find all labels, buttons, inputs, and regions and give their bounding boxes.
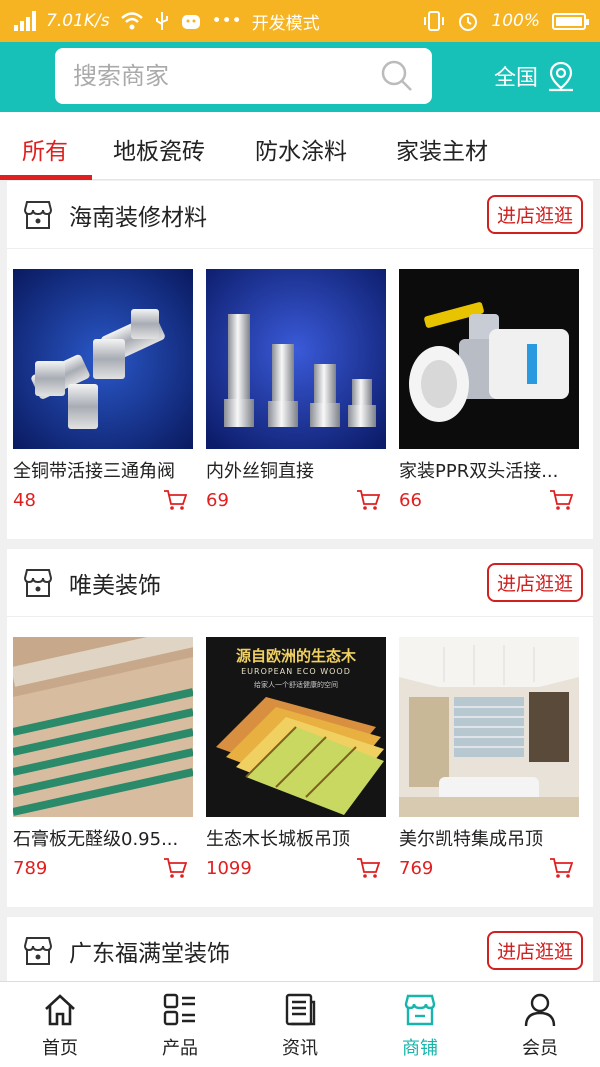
tabbar-products[interactable]: 产品 — [120, 982, 240, 1067]
wifi-icon — [120, 12, 143, 30]
product-card[interactable]: 家装PPR双头活接... 66 — [399, 269, 579, 539]
product-image-angle-valve[interactable] — [13, 269, 193, 449]
tab-home-main-materials[interactable]: 家装主材 — [396, 132, 488, 166]
cart-icon[interactable] — [163, 857, 187, 879]
product-card[interactable]: 美尔凯特集成吊顶 769 — [399, 637, 579, 907]
news-icon — [285, 993, 316, 1026]
region-label: 全国 — [494, 66, 539, 91]
product-price: 48 — [13, 489, 36, 511]
product-card[interactable]: 全铜带活接三通角阀 48 — [13, 269, 193, 539]
search-icon[interactable] — [380, 59, 414, 93]
home-icon — [45, 994, 75, 1026]
region-selector[interactable]: 全国 — [494, 60, 576, 92]
shop-name: 广东福满堂装饰 — [69, 940, 230, 967]
products-icon — [163, 993, 195, 1026]
shop-header: 海南装修材料 进店逛逛 — [7, 181, 593, 249]
tabbar-label: 资讯 — [282, 1038, 318, 1059]
tabbar-home[interactable]: 首页 — [0, 982, 120, 1067]
enter-shop-button[interactable]: 进店逛逛 — [486, 563, 583, 602]
tabbar-member[interactable]: 会员 — [480, 982, 600, 1067]
dev-mode-label: 开发模式 — [251, 13, 320, 34]
usb-icon — [155, 12, 168, 30]
store-icon — [23, 200, 53, 229]
search-box[interactable] — [55, 48, 432, 104]
shop-header: 广东福满堂装饰 进店逛逛 — [7, 917, 593, 985]
tabbar-label: 商铺 — [402, 1038, 438, 1059]
shop-card: 唯美装饰 进店逛逛 石膏板无醛级0.95... 789 源自欧洲的生态木 EUR… — [7, 549, 593, 907]
network-speed: 7.01K/s — [46, 11, 110, 31]
android-icon — [181, 15, 200, 29]
shop-header: 唯美装饰 进店逛逛 — [7, 549, 593, 617]
product-image-integrated-ceiling[interactable] — [399, 637, 579, 817]
shop-name: 海南装修材料 — [69, 204, 207, 231]
signal-icon — [14, 11, 36, 31]
cart-icon[interactable] — [163, 489, 187, 511]
product-card[interactable]: 石膏板无醛级0.95... 789 — [13, 637, 193, 907]
product-price: 1099 — [206, 857, 252, 879]
tabbar-shops[interactable]: 商铺 — [360, 982, 480, 1067]
shop-icon — [404, 994, 436, 1026]
product-price: 769 — [399, 857, 434, 879]
product-image-eco-wood[interactable]: 源自欧洲的生态木 EUROPEAN ECO WOOD 给家人一个舒适健康的空间 — [206, 637, 386, 817]
alarm-icon — [459, 13, 478, 31]
search-input[interactable] — [73, 62, 380, 90]
store-icon — [23, 568, 53, 597]
product-name: 石膏板无醛级0.95... — [13, 829, 179, 850]
bottom-tab-bar: 首页 产品 资讯 商铺 会员 — [0, 981, 600, 1067]
cart-icon[interactable] — [549, 857, 573, 879]
battery-icon — [552, 12, 589, 30]
product-name: 内外丝铜直接 — [206, 461, 314, 482]
product-name: 家装PPR双头活接... — [399, 461, 559, 482]
product-name: 美尔凯特集成吊顶 — [399, 829, 543, 850]
product-card[interactable]: 源自欧洲的生态木 EUROPEAN ECO WOOD 给家人一个舒适健康的空间 … — [206, 637, 386, 907]
product-image-gypsum-board[interactable] — [13, 637, 193, 817]
product-image-straight-connector[interactable] — [206, 269, 386, 449]
tab-all[interactable]: 所有 — [22, 132, 68, 166]
product-price: 69 — [206, 489, 229, 511]
enter-shop-button[interactable]: 进店逛逛 — [486, 195, 583, 234]
tabbar-label: 产品 — [162, 1038, 198, 1059]
category-tabs: 所有 地板瓷砖 防水涂料 家装主材 — [0, 112, 600, 180]
search-bar: 全国 — [0, 42, 600, 112]
product-image-ppr-union[interactable] — [399, 269, 579, 449]
product-name: 生态木长城板吊顶 — [206, 829, 350, 850]
shop-list: 海南装修材料 进店逛逛 全铜带活接三通角阀 48 内外丝铜直接 69 家装PPR… — [7, 181, 593, 995]
cart-icon[interactable] — [356, 489, 380, 511]
product-price: 789 — [13, 857, 48, 879]
shop-name: 唯美装饰 — [69, 572, 161, 599]
tabbar-label: 会员 — [522, 1038, 558, 1059]
battery-percent: 100% — [491, 11, 540, 31]
product-row: 石膏板无醛级0.95... 789 源自欧洲的生态木 EUROPEAN ECO … — [7, 617, 593, 907]
product-row: 全铜带活接三通角阀 48 内外丝铜直接 69 家装PPR双头活接... 66 — [7, 249, 593, 539]
enter-shop-button[interactable]: 进店逛逛 — [486, 931, 583, 970]
tab-waterproof-coatings[interactable]: 防水涂料 — [255, 132, 347, 166]
tab-floor-tiles[interactable]: 地板瓷砖 — [113, 132, 205, 166]
status-bar: 7.01K/s ••• 开发模式 100% — [0, 0, 600, 42]
tabbar-news[interactable]: 资讯 — [240, 982, 360, 1067]
cart-icon[interactable] — [549, 489, 573, 511]
shop-card: 广东福满堂装饰 进店逛逛 — [7, 917, 593, 985]
user-icon — [524, 993, 556, 1027]
product-name: 全铜带活接三通角阀 — [13, 461, 175, 482]
tabbar-label: 首页 — [42, 1038, 78, 1059]
location-icon — [549, 61, 574, 92]
tab-active-indicator — [0, 175, 92, 180]
shop-card: 海南装修材料 进店逛逛 全铜带活接三通角阀 48 内外丝铜直接 69 家装PPR… — [7, 181, 593, 539]
more-icon: ••• — [211, 11, 242, 31]
product-price: 66 — [399, 489, 422, 511]
vibrate-icon — [424, 11, 445, 31]
store-icon — [23, 936, 53, 965]
cart-icon[interactable] — [356, 857, 380, 879]
product-card[interactable]: 内外丝铜直接 69 — [206, 269, 386, 539]
